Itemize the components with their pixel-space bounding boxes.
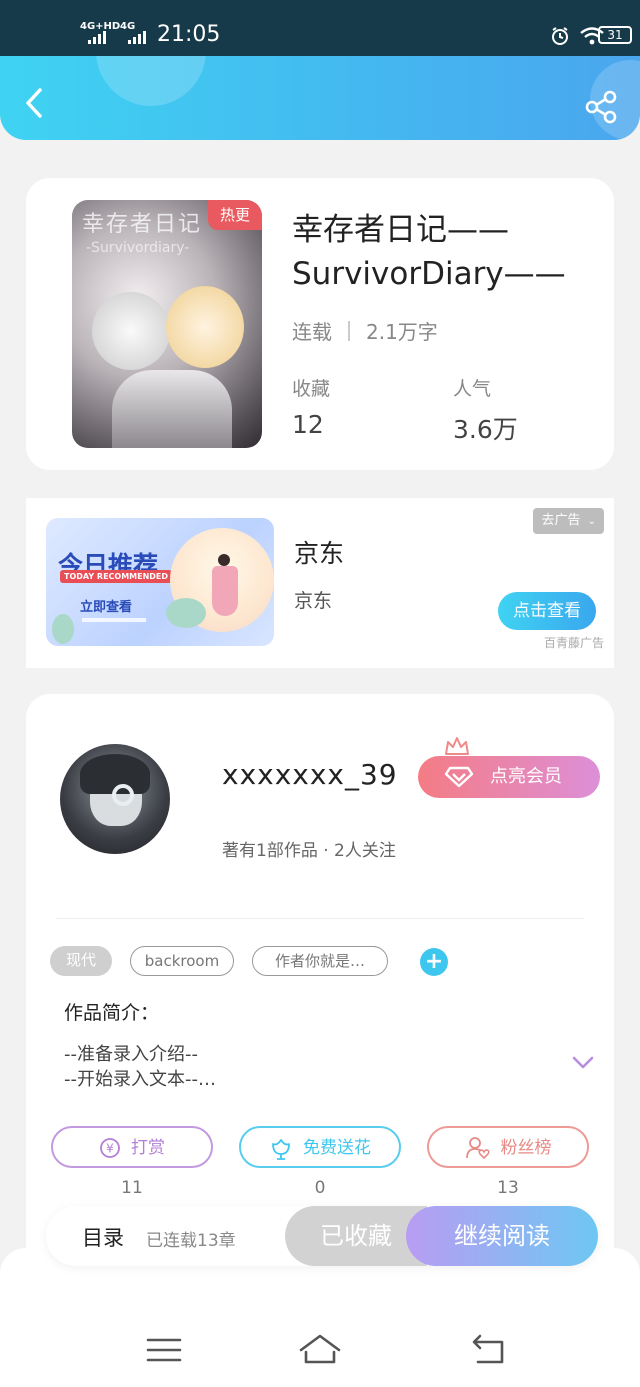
bottom-action-bar: 目录 已连载13章 已收藏 继续阅读 [46,1206,598,1266]
plus-icon: + [424,949,444,974]
clock: 21:05 [157,22,221,47]
remove-ad-button[interactable]: 去广告 ⌄ [533,508,604,534]
alarm-icon [552,27,568,45]
ad-title: 京东 [294,539,345,568]
ad-image[interactable]: 今日推荐 TODAY RECOMMENDED 立即查看 [46,518,274,646]
ad-plant-decor [166,598,206,628]
hot-update-badge: 热更 [208,200,262,230]
remove-ad-label: 去广告 [541,513,581,528]
add-tag-button[interactable]: + [420,948,448,976]
reward-count: 11 [121,1178,143,1198]
expand-chevron-icon[interactable] [572,1056,594,1070]
ad-figure-dress [212,566,238,616]
author-info: 著有1部作品 · 2人关注 [222,841,396,861]
intro-text[interactable]: --准备录入介绍-- --开始录入文本--… [64,1042,216,1092]
ad-figure-head [218,554,230,566]
flower-count: 0 [314,1178,326,1198]
cover-character-2 [166,286,244,368]
tag-author[interactable]: 作者你就是… [252,946,388,976]
ad-subtitle: 京东 [294,590,333,612]
divider [56,918,584,919]
ad-image-button: 立即查看 [80,600,133,615]
cover-figures [112,370,232,448]
ad-banner[interactable]: 今日推荐 TODAY RECOMMENDED 立即查看 去广告 ⌄ 京东 京东 … [26,498,614,668]
fan-heart-icon [465,1137,490,1160]
fan-count: 13 [497,1178,519,1198]
word-count: 2.1万字 [366,320,438,344]
book-title: 幸存者日记——SurvivorDiary—— [292,212,566,292]
status-icons [550,26,604,46]
intro-label: 作品简介： [64,1002,160,1024]
system-nav-bar [0,1248,640,1387]
fan-rank-label: 粉丝榜 [500,1138,552,1158]
vip-label: 点亮会员 [490,766,562,787]
reward-label: 打赏 [131,1138,165,1158]
meta-divider [348,320,350,341]
reward-button[interactable]: ¥ 打赏 [51,1126,213,1168]
signal-icon-2 [128,30,146,44]
ad-source: 百青藤广告 [543,636,604,650]
decor-bubble [96,56,206,106]
yen-coin-icon: ¥ [100,1138,120,1158]
avatar[interactable] [60,744,170,854]
send-flower-button[interactable]: 免费送花 [239,1126,401,1168]
ad-view-button[interactable]: 点击查看 [498,592,596,630]
crown-icon [445,737,469,755]
home-icon[interactable] [298,1330,342,1370]
tag-modern[interactable]: 现代 [50,946,112,976]
book-info-card: 幸存者日记 -Survivordiary- 热更 幸存者日记——Survivor… [26,178,614,470]
tag-backroom[interactable]: backroom [130,946,234,976]
collect-label: 收藏 [292,378,331,400]
signal-icon [88,30,106,44]
intro-line: --准备录入介绍-- [64,1044,198,1065]
battery-icon: 31 [598,26,632,44]
chevron-down-icon: ⌄ [587,516,596,527]
popularity-label: 人气 [453,378,492,400]
menu-icon[interactable] [142,1330,186,1370]
collect-count: 12 [292,410,324,439]
status-bar: 4G+HD 4G 21:05 31 [0,0,640,58]
popularity-count: 3.6万 [453,415,518,444]
cover-title: 幸存者日记 [82,212,203,237]
headphone-icon [112,784,134,806]
back-arrow-icon[interactable] [20,86,50,120]
ad-image-subtitle: TODAY RECOMMENDED [60,570,173,583]
share-icon[interactable] [584,90,618,124]
fan-rank-button[interactable]: 粉丝榜 [427,1126,589,1168]
vip-button[interactable]: 点亮会员 [418,756,600,798]
flower-icon [272,1139,290,1160]
chapter-info: 已连载13章 [146,1231,236,1251]
book-cover[interactable]: 幸存者日记 -Survivordiary- [72,200,262,448]
ad-leaf-decor [52,614,74,644]
app-header [0,56,640,140]
svg-text:¥: ¥ [106,1142,114,1156]
diamond-icon [444,766,474,788]
ad-wave-decor [82,618,146,622]
send-flower-label: 免费送花 [303,1138,371,1158]
book-meta: 连载 2.1万字 [292,316,438,345]
author-name[interactable]: xxxxxxx_39 [222,758,398,791]
continue-reading-button[interactable]: 继续阅读 [406,1206,598,1266]
book-status: 连载 [292,320,332,344]
toc-button[interactable]: 目录 [82,1222,124,1252]
intro-line: --开始录入文本--… [64,1069,216,1090]
back-icon[interactable] [466,1330,510,1370]
cover-subtitle: -Survivordiary- [86,240,190,256]
cover-character-1 [92,292,170,370]
